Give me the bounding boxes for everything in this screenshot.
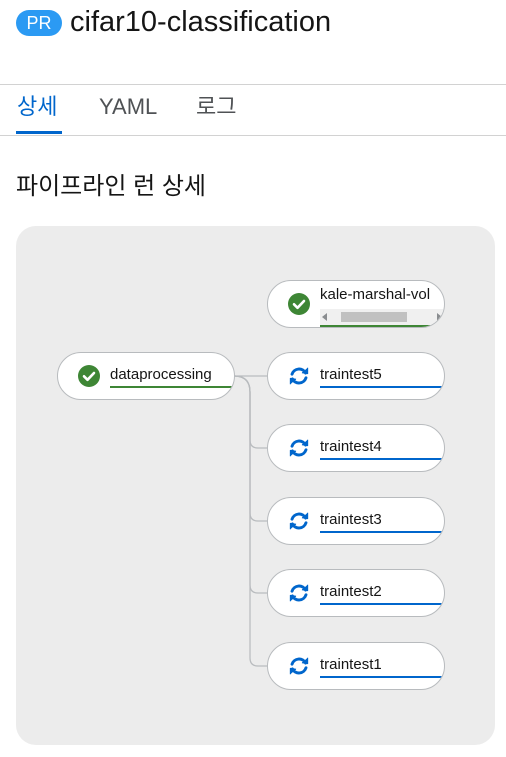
pipeline-graph: kale-marshal-vol dataprocessing traintes… <box>16 226 495 745</box>
node-status-bar <box>320 386 444 388</box>
node-status-bar <box>320 531 444 533</box>
page-title: cifar10-classification <box>70 6 332 38</box>
sync-icon <box>289 512 309 530</box>
tab-logs[interactable]: 로그 <box>196 91 236 123</box>
section-title: 파이프라인 런 상세 <box>16 173 206 200</box>
scrollbar-thumb[interactable] <box>341 312 407 322</box>
pipeline-node-kale-marshal-vol[interactable]: kale-marshal-vol <box>267 280 445 328</box>
sync-icon <box>289 367 309 385</box>
node-label: traintest4 <box>320 438 382 455</box>
sync-icon <box>289 584 309 602</box>
node-label: traintest5 <box>320 366 382 383</box>
node-status-bar <box>320 458 444 460</box>
pipeline-node-dataprocessing[interactable]: dataprocessing <box>57 352 235 400</box>
check-circle-icon <box>288 293 310 315</box>
node-label-scrollbar[interactable] <box>320 309 444 325</box>
node-label: traintest1 <box>320 656 382 673</box>
node-label: traintest2 <box>320 583 382 600</box>
scroll-left-icon[interactable] <box>322 313 327 321</box>
page-header: PR cifar10-classification <box>0 0 506 84</box>
pipeline-node-traintest1[interactable]: traintest1 <box>267 642 445 690</box>
node-status-bar <box>320 676 444 678</box>
pipeline-run-badge: PR <box>16 10 62 36</box>
check-circle-icon <box>78 365 100 387</box>
sync-icon <box>289 439 309 457</box>
tab-bar: 상세 YAML 로그 <box>0 85 506 136</box>
sync-icon <box>289 657 309 675</box>
tab-yaml[interactable]: YAML <box>99 91 157 123</box>
pipeline-node-traintest2[interactable]: traintest2 <box>267 569 445 617</box>
active-tab-indicator <box>16 131 62 134</box>
node-label: kale-marshal-vol <box>320 286 431 303</box>
scroll-right-icon[interactable] <box>437 313 442 321</box>
pipeline-node-traintest4[interactable]: traintest4 <box>267 424 445 472</box>
node-status-bar <box>320 603 444 605</box>
node-status-bar <box>110 386 234 388</box>
tab-details[interactable]: 상세 <box>17 91 57 123</box>
pipeline-node-traintest5[interactable]: traintest5 <box>267 352 445 400</box>
node-label: traintest3 <box>320 511 382 528</box>
tabs-divider <box>0 135 506 136</box>
node-label: dataprocessing <box>110 366 212 383</box>
node-status-bar <box>320 325 444 327</box>
pipeline-node-traintest3[interactable]: traintest3 <box>267 497 445 545</box>
